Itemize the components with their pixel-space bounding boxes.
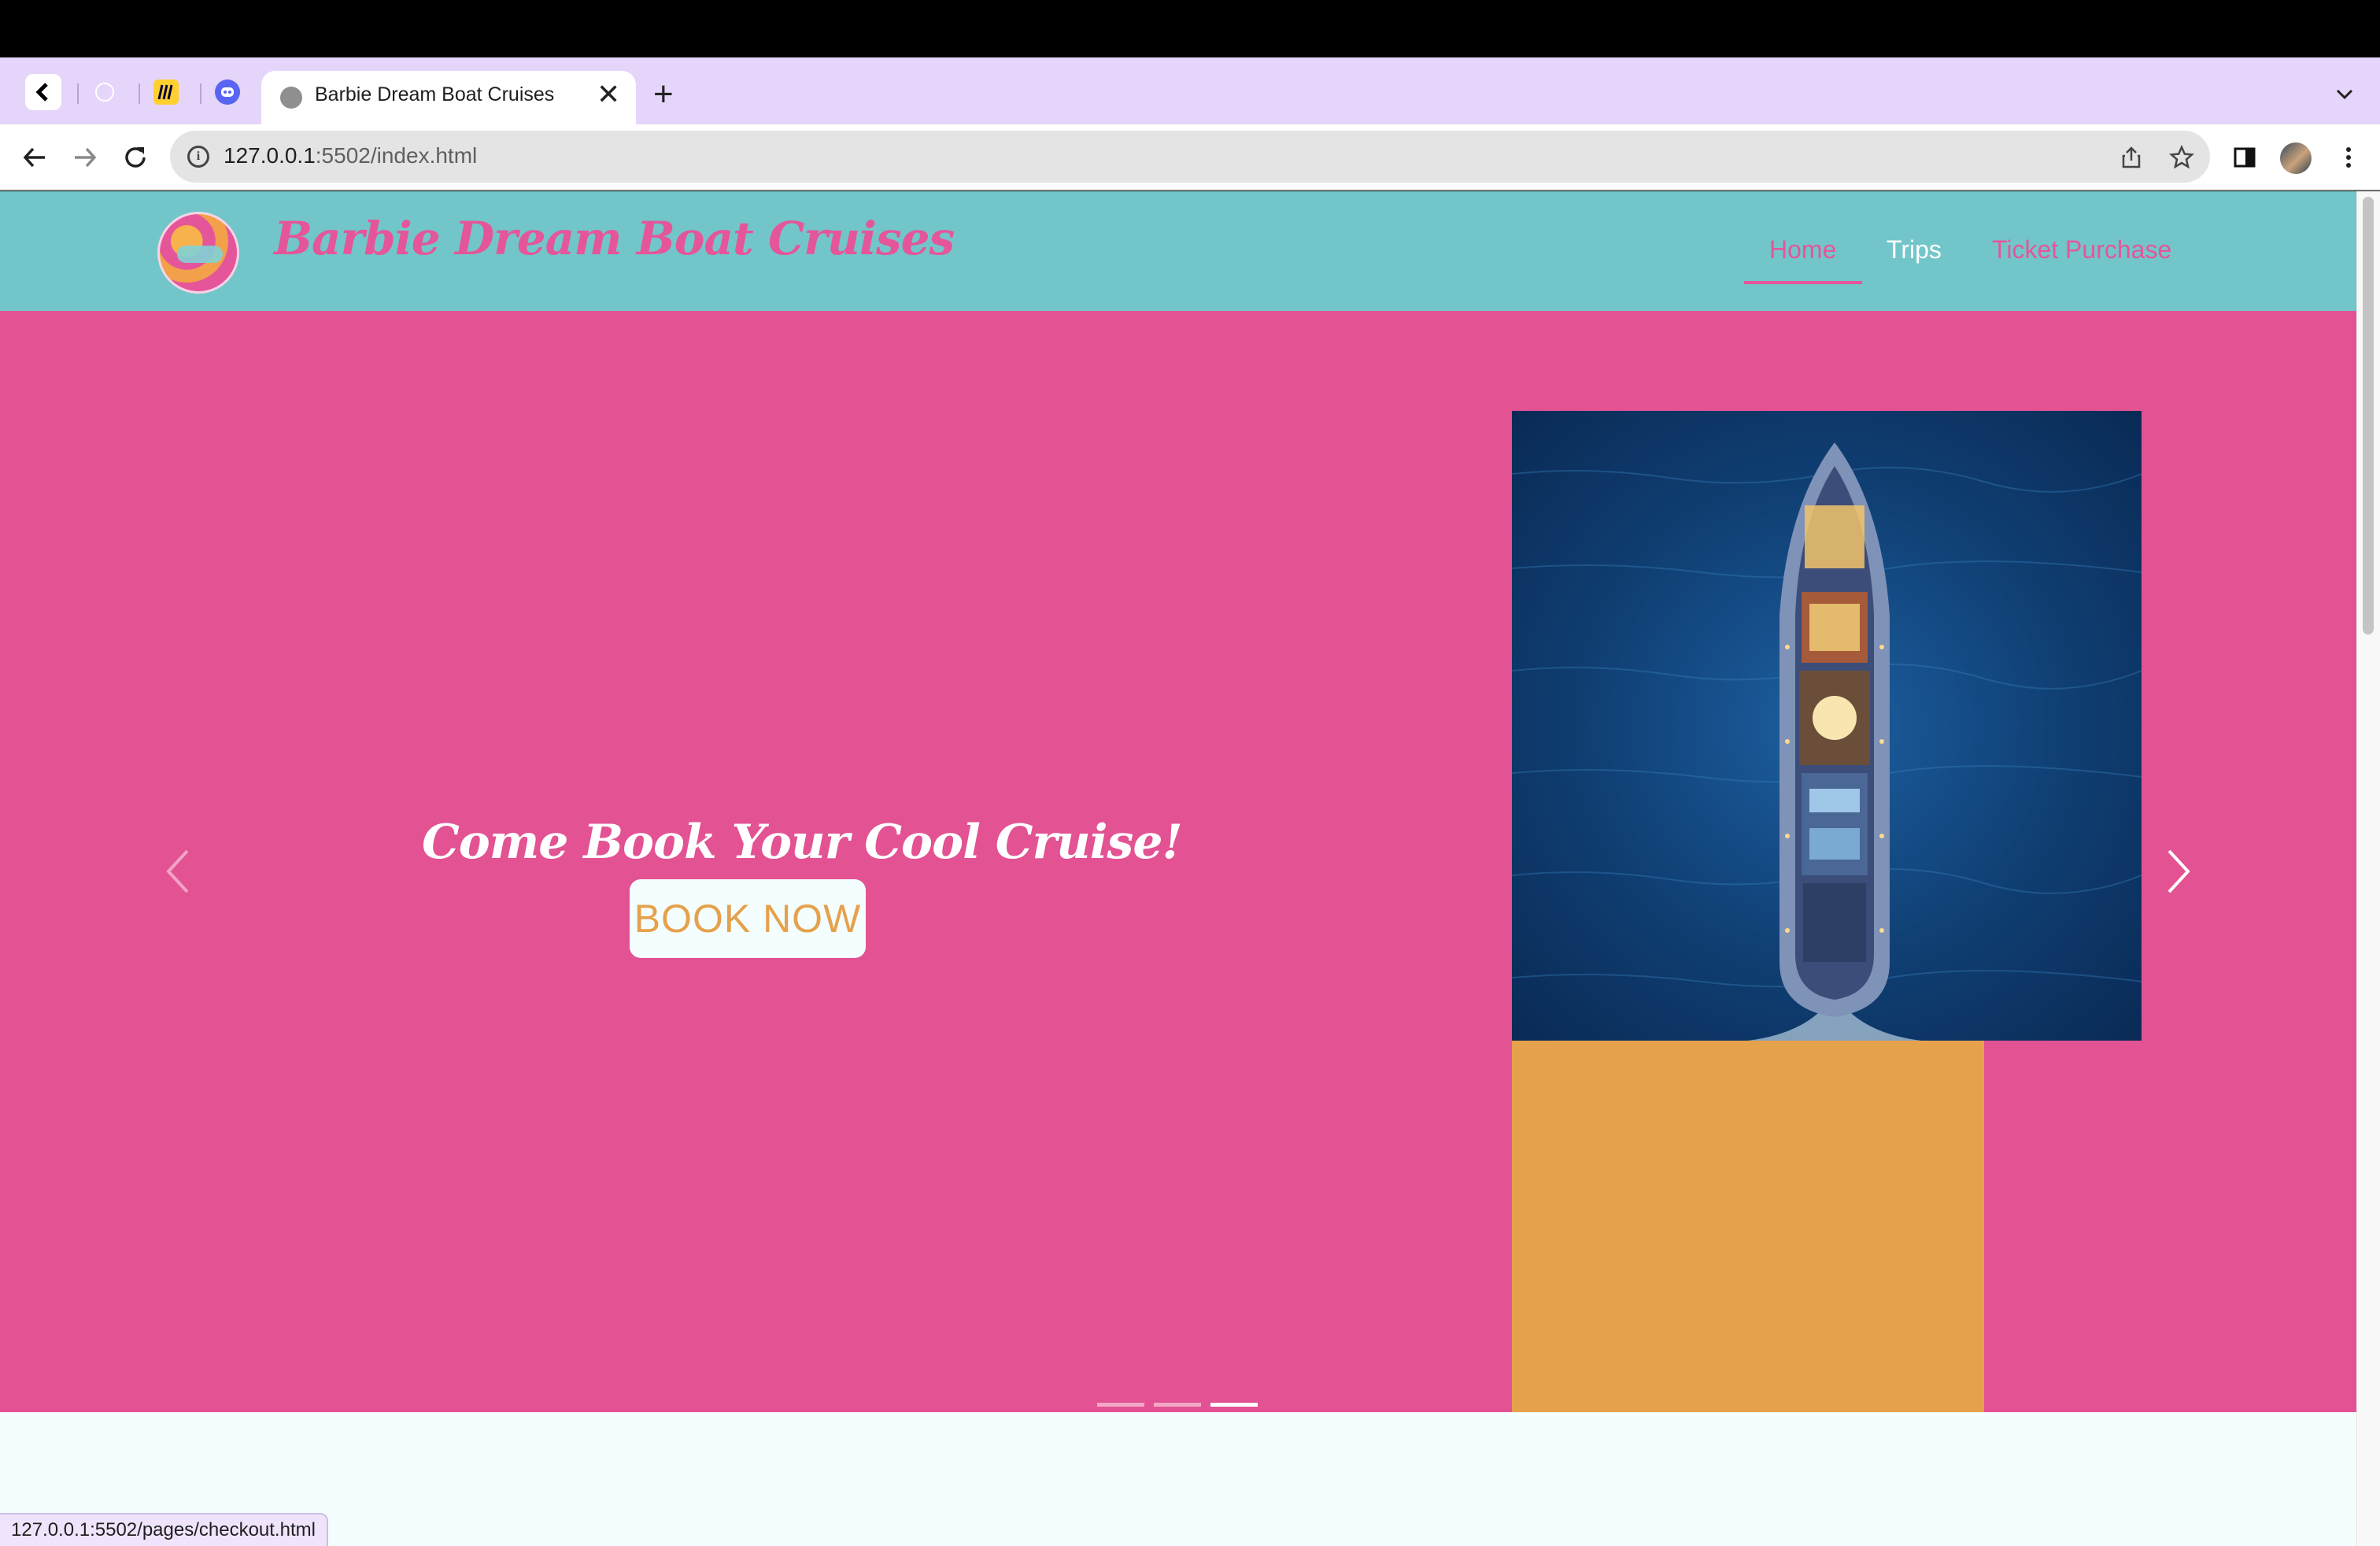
reload-button[interactable] (116, 139, 154, 176)
carousel-indicator-2[interactable] (1154, 1403, 1201, 1407)
miro-icon (153, 80, 179, 105)
browser-menu-button[interactable] (2333, 142, 2364, 173)
hero-carousel: Come Book Your Cool Cruise! BOOK NOW (0, 311, 2356, 1412)
nav-ticket-purchase[interactable]: Ticket Purchase (1992, 235, 2171, 264)
hero-tagline: Come Book Your Cool Cruise! (422, 815, 1183, 870)
reload-icon (125, 147, 146, 168)
star-icon (2169, 145, 2194, 169)
pinned-tab-miro[interactable] (148, 74, 184, 110)
side-panel-button[interactable] (2229, 142, 2260, 173)
more-vertical-icon (2346, 147, 2351, 168)
circle-icon (95, 83, 114, 102)
share-icon (2122, 146, 2141, 168)
carousel-indicator-3[interactable] (1210, 1403, 1258, 1407)
book-now-button[interactable]: BOOK NOW (630, 879, 866, 958)
address-url[interactable]: 127.0.0.1:5502/index.html (224, 143, 477, 168)
cruise-ship-image (1512, 411, 2142, 1041)
side-panel-icon (2234, 147, 2256, 168)
site-info-icon[interactable]: i (187, 146, 209, 168)
back-chevron-icon (35, 83, 48, 102)
new-tab-button[interactable]: + (653, 77, 674, 112)
link-status-bubble: 127.0.0.1:5502/pages/checkout.html (0, 1513, 328, 1546)
pinned-tab-blank[interactable] (87, 74, 123, 110)
active-tab-title: Barbie Dream Boat Cruises (315, 83, 555, 105)
profile-avatar[interactable] (2280, 142, 2312, 174)
orange-decor-block (1512, 1041, 1984, 1412)
nav-home[interactable]: Home (1769, 235, 1836, 264)
chevron-down-icon[interactable] (2333, 82, 2356, 105)
nav-active-underline (1744, 281, 1862, 284)
forward-button[interactable] (66, 139, 104, 176)
discord-icon (215, 80, 240, 105)
tab-separator (139, 83, 140, 104)
carousel-next-button[interactable] (2160, 840, 2199, 903)
pinned-tab-back[interactable] (25, 74, 61, 110)
site-header: Barbie Dream Boat Cruises Home Trips Tic… (0, 191, 2356, 311)
arrow-right-icon (75, 147, 97, 168)
close-tab-button[interactable]: ✕ (597, 79, 620, 110)
back-button[interactable] (16, 139, 54, 176)
nav-trips[interactable]: Trips (1887, 235, 1942, 264)
globe-icon (280, 87, 302, 109)
arrow-left-icon (23, 147, 45, 168)
carousel-prev-button[interactable] (157, 840, 197, 903)
tab-separator (200, 83, 201, 104)
carousel-indicator-1[interactable] (1097, 1403, 1144, 1407)
system-menu-bar (0, 0, 2380, 57)
site-title[interactable]: Barbie Dream Boat Cruises (274, 212, 955, 265)
share-button[interactable] (2116, 142, 2147, 173)
site-logo[interactable] (157, 212, 239, 294)
page-viewport: Barbie Dream Boat Cruises Home Trips Tic… (0, 191, 2356, 1546)
tab-separator (77, 83, 79, 104)
pinned-tab-discord[interactable] (209, 74, 246, 110)
scrollbar-thumb[interactable] (2363, 197, 2374, 634)
bookmark-button[interactable] (2166, 142, 2197, 173)
